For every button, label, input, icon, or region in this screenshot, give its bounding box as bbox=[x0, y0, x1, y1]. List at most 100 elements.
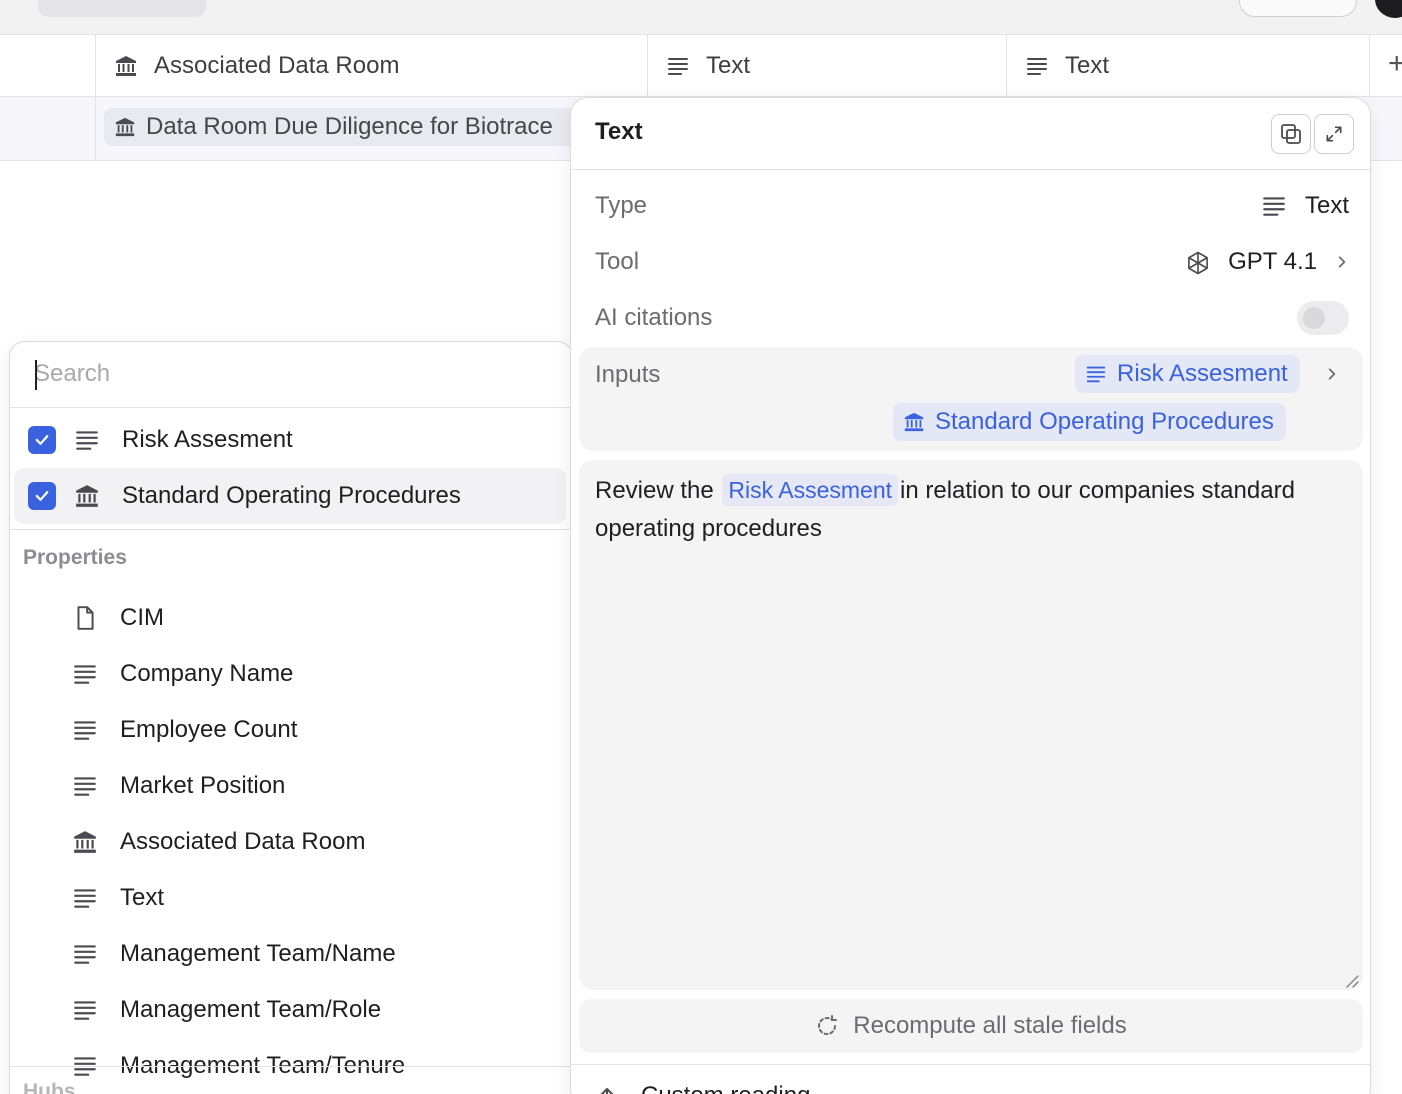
row-index-cell bbox=[0, 97, 96, 160]
data-room-chip[interactable]: Data Room Due Diligence for Biotrace bbox=[104, 108, 584, 146]
property-item-cim[interactable]: CIM bbox=[14, 590, 566, 646]
property-item-market-position[interactable]: Market Position bbox=[14, 758, 566, 814]
panel-title: Text bbox=[595, 118, 643, 145]
text-lines-icon bbox=[1085, 363, 1107, 385]
ai-citations-toggle[interactable] bbox=[1297, 301, 1349, 335]
text-cursor bbox=[35, 360, 37, 390]
divider bbox=[10, 1066, 572, 1067]
document-icon bbox=[72, 605, 98, 631]
option-standard-operating-procedures[interactable]: Standard Operating Procedures bbox=[14, 468, 566, 524]
upload-icon bbox=[595, 1084, 619, 1094]
text-lines-icon bbox=[72, 941, 98, 967]
bank-icon bbox=[903, 411, 925, 433]
property-item-employee-count[interactable]: Employee Count bbox=[14, 702, 566, 758]
toolbar-tab[interactable] bbox=[38, 0, 206, 17]
input-chip-risk-assesment[interactable]: Risk Assesment bbox=[1075, 355, 1300, 393]
expand-button[interactable] bbox=[1314, 114, 1354, 154]
column-header-label: Text bbox=[1065, 52, 1110, 79]
inputs-label: Inputs bbox=[595, 361, 661, 388]
type-label: Type bbox=[595, 192, 648, 219]
resize-handle-icon[interactable] bbox=[1343, 972, 1359, 988]
column-header-associated-data-room[interactable]: Associated Data Room bbox=[96, 35, 648, 97]
row-index-header bbox=[0, 35, 96, 97]
bank-icon bbox=[74, 483, 100, 509]
group-label-hubs: Hubs bbox=[23, 1080, 76, 1094]
search-bar bbox=[10, 342, 572, 408]
prompt-text[interactable]: Review the Risk Assesment in relation to … bbox=[595, 472, 1345, 548]
text-lines-icon bbox=[1261, 193, 1287, 219]
recompute-button[interactable]: Recompute all stale fields bbox=[579, 999, 1363, 1053]
data-room-chip-label: Data Room Due Diligence for Biotrace bbox=[146, 113, 553, 140]
text-lines-icon bbox=[74, 427, 100, 453]
property-label: Market Position bbox=[120, 772, 286, 799]
property-label: CIM bbox=[120, 604, 164, 631]
chevron-right-icon bbox=[1335, 255, 1349, 269]
input-chip-label: Risk Assesment bbox=[1117, 360, 1288, 387]
prompt-text-before: Review the bbox=[595, 477, 714, 504]
property-item-company-name[interactable]: Company Name bbox=[14, 646, 566, 702]
text-lines-icon bbox=[72, 997, 98, 1023]
text-lines-icon bbox=[72, 717, 98, 743]
table-header: Associated Data Room Text Text + bbox=[0, 34, 1402, 97]
property-label: Employee Count bbox=[120, 716, 298, 743]
checkbox-checked[interactable] bbox=[28, 426, 56, 454]
openai-icon bbox=[1184, 249, 1210, 275]
column-settings-panel: Text Type Text Tool GPT 4.1 AI citations… bbox=[570, 97, 1371, 1094]
bank-icon bbox=[72, 829, 98, 855]
input-chip-standard-operating-procedures[interactable]: Standard Operating Procedures bbox=[893, 403, 1286, 441]
divider bbox=[10, 529, 572, 530]
input-picker-dropdown: Risk Assesment Standard Operating Proced… bbox=[9, 341, 573, 1094]
input-chip-label: Standard Operating Procedures bbox=[935, 408, 1274, 435]
group-label-properties: Properties bbox=[23, 546, 127, 569]
prompt-mention-chip[interactable]: Risk Assesment bbox=[722, 474, 899, 506]
type-value: Text bbox=[1304, 192, 1349, 219]
text-lines-icon bbox=[72, 885, 98, 911]
inputs-section[interactable]: Inputs Risk Assesment Standard Operating… bbox=[579, 347, 1363, 451]
property-item-management-team-name[interactable]: Management Team/Name bbox=[14, 926, 566, 982]
expand-icon bbox=[1324, 124, 1344, 144]
option-label: Risk Assesment bbox=[122, 426, 293, 453]
prompt-editor[interactable]: Review the Risk Assesment in relation to … bbox=[579, 460, 1363, 990]
top-toolbar bbox=[0, 0, 1402, 34]
toggle-knob bbox=[1303, 307, 1325, 329]
property-item-associated-data-room[interactable]: Associated Data Room bbox=[14, 814, 566, 870]
property-label: Management Team/Name bbox=[120, 940, 396, 967]
column-header-text-2[interactable]: Text bbox=[1007, 35, 1370, 97]
refresh-icon bbox=[815, 1014, 839, 1038]
avatar[interactable] bbox=[1375, 0, 1402, 18]
search-input[interactable] bbox=[34, 356, 534, 392]
duplicate-button[interactable] bbox=[1271, 114, 1311, 154]
toolbar-button[interactable] bbox=[1239, 0, 1357, 17]
option-label: Standard Operating Procedures bbox=[122, 482, 461, 509]
property-label: Text bbox=[120, 884, 165, 911]
property-item-management-team-role[interactable]: Management Team/Role bbox=[14, 982, 566, 1038]
bank-icon bbox=[114, 54, 138, 78]
checkbox-checked[interactable] bbox=[28, 482, 56, 510]
text-lines-icon bbox=[666, 54, 690, 78]
chevron-right-icon[interactable] bbox=[1325, 367, 1339, 381]
bank-icon bbox=[114, 116, 136, 138]
option-risk-assesment[interactable]: Risk Assesment bbox=[14, 412, 566, 468]
property-item-text[interactable]: Text bbox=[14, 870, 566, 926]
ai-citations-row: AI citations bbox=[595, 298, 1349, 338]
divider bbox=[571, 1064, 1370, 1065]
recompute-label: Recompute all stale fields bbox=[853, 1012, 1127, 1039]
custom-reading-row[interactable]: Custom reading bbox=[595, 1082, 810, 1094]
tool-selector[interactable]: GPT 4.1 bbox=[1184, 248, 1349, 276]
property-label: Company Name bbox=[120, 660, 294, 687]
custom-reading-label: Custom reading bbox=[641, 1082, 810, 1094]
type-selector[interactable]: Text bbox=[1261, 192, 1349, 220]
column-header-label: Text bbox=[706, 52, 751, 79]
property-label: Associated Data Room bbox=[120, 828, 366, 855]
panel-header: Text bbox=[571, 98, 1370, 170]
column-header-label: Associated Data Room bbox=[154, 52, 400, 79]
text-lines-icon bbox=[72, 661, 98, 687]
tool-value: GPT 4.1 bbox=[1228, 248, 1317, 275]
tool-label: Tool bbox=[595, 248, 640, 275]
tool-row: Tool GPT 4.1 bbox=[595, 242, 1349, 282]
duplicate-icon bbox=[1279, 122, 1303, 146]
type-row: Type Text bbox=[595, 186, 1349, 226]
column-header-text-1[interactable]: Text bbox=[648, 35, 1007, 97]
ai-citations-label: AI citations bbox=[595, 304, 713, 331]
add-column-button[interactable]: + bbox=[1388, 49, 1402, 79]
